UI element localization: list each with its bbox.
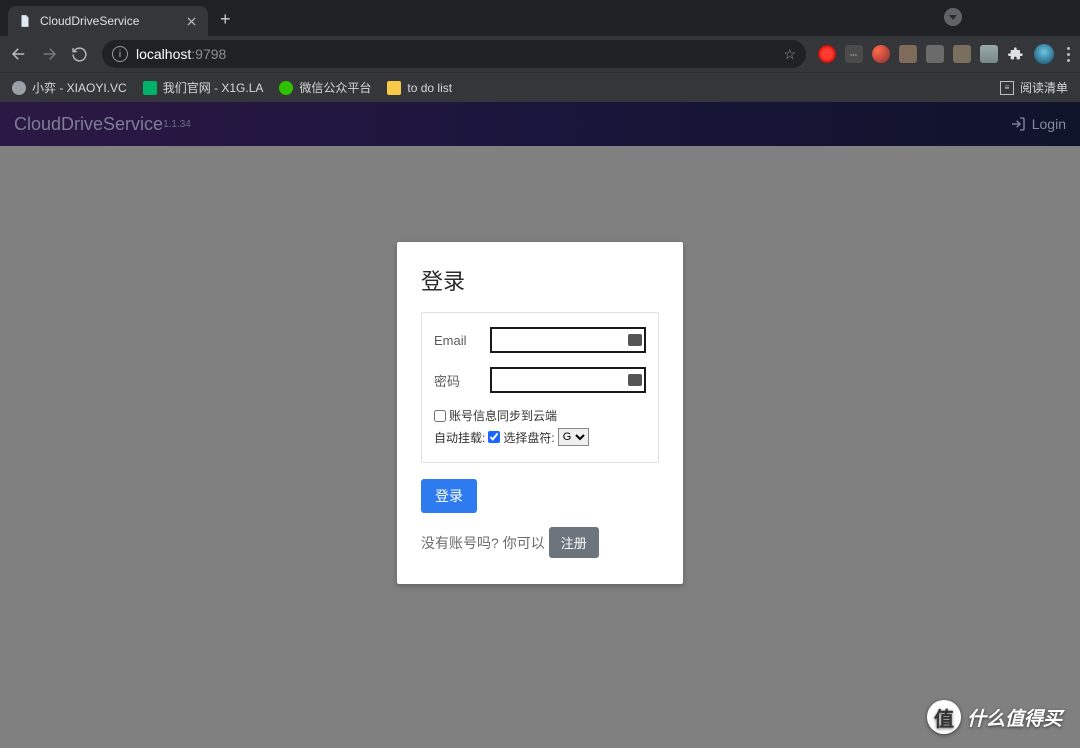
browser-toolbar: i localhost:9798 ☆ ••• bbox=[0, 36, 1080, 72]
file-icon bbox=[18, 13, 32, 29]
email-label: Email bbox=[434, 333, 490, 348]
you-can-text: 你可以 bbox=[503, 533, 545, 553]
url-host: localhost bbox=[136, 46, 191, 62]
bookmark-favicon bbox=[279, 81, 293, 95]
reading-list-button[interactable]: ≡ 阅读清单 bbox=[1000, 79, 1068, 96]
bookmarks-bar: 小弈 - XIAOYI.VC 我们官网 - X1G.LA 微信公众平台 to d… bbox=[0, 72, 1080, 102]
no-account-text: 没有账号吗? bbox=[421, 533, 499, 553]
bookmark-item[interactable]: 微信公众平台 bbox=[279, 79, 371, 96]
password-input[interactable] bbox=[490, 367, 646, 393]
credential-icon[interactable] bbox=[628, 374, 642, 386]
auto-mount-checkbox[interactable] bbox=[488, 431, 500, 443]
login-card: 登录 Email 密码 账号信息同步到云端 自动挂 bbox=[397, 242, 683, 584]
bookmark-favicon bbox=[12, 81, 26, 95]
site-info-icon[interactable]: i bbox=[112, 46, 128, 62]
login-icon bbox=[1010, 116, 1026, 132]
extension-icon[interactable] bbox=[818, 45, 836, 63]
bookmark-favicon bbox=[143, 81, 157, 95]
url-port: :9798 bbox=[191, 46, 226, 62]
reload-icon[interactable] bbox=[68, 43, 90, 65]
app-brand[interactable]: CloudDriveService bbox=[14, 114, 163, 135]
drive-select-label: 选择盘符: bbox=[503, 429, 554, 446]
new-tab-button[interactable]: + bbox=[220, 9, 231, 30]
bookmark-item[interactable]: 小弈 - XIAOYI.VC bbox=[12, 79, 127, 96]
nav-login-link[interactable]: Login bbox=[1010, 116, 1066, 132]
nav-forward-icon[interactable] bbox=[38, 43, 60, 65]
folder-icon bbox=[387, 81, 401, 95]
extension-icon[interactable] bbox=[980, 45, 998, 63]
tab-title: CloudDriveService bbox=[40, 14, 184, 28]
page-content: 登录 Email 密码 账号信息同步到云端 自动挂 bbox=[0, 146, 1080, 748]
address-bar[interactable]: i localhost:9798 ☆ bbox=[102, 40, 806, 68]
watermark: 值 什么值得买 bbox=[927, 700, 1062, 734]
browser-menu-icon[interactable] bbox=[1067, 47, 1070, 62]
tab-search-button[interactable] bbox=[944, 8, 962, 26]
login-submit-button[interactable]: 登录 bbox=[421, 479, 477, 513]
reading-list-icon: ≡ bbox=[1000, 81, 1014, 95]
app-version: 1.1.34 bbox=[163, 119, 191, 130]
tab-close-icon[interactable] bbox=[184, 14, 198, 28]
email-input[interactable] bbox=[490, 327, 646, 353]
credential-icon[interactable] bbox=[628, 334, 642, 346]
extension-icon[interactable] bbox=[899, 45, 917, 63]
extension-icon[interactable] bbox=[953, 45, 971, 63]
nav-back-icon[interactable] bbox=[8, 43, 30, 65]
extension-icon[interactable] bbox=[926, 45, 944, 63]
extension-icon[interactable] bbox=[872, 45, 890, 63]
extensions-tray: ••• bbox=[818, 44, 1072, 64]
bookmark-item[interactable]: to do list bbox=[387, 81, 452, 95]
drive-letter-select[interactable]: G bbox=[558, 428, 589, 446]
auto-mount-label: 自动挂载: bbox=[434, 429, 485, 446]
sync-checkbox[interactable] bbox=[434, 410, 446, 422]
login-title: 登录 bbox=[421, 264, 659, 296]
extensions-puzzle-icon[interactable] bbox=[1007, 45, 1025, 63]
profile-avatar[interactable] bbox=[1034, 44, 1054, 64]
watermark-text: 什么值得买 bbox=[967, 704, 1062, 731]
password-label: 密码 bbox=[434, 371, 490, 390]
login-form: Email 密码 账号信息同步到云端 自动挂载: 选择盘 bbox=[421, 312, 659, 463]
browser-tab-strip: CloudDriveService + bbox=[0, 0, 1080, 36]
sync-label: 账号信息同步到云端 bbox=[449, 407, 557, 424]
extension-icon[interactable]: ••• bbox=[845, 45, 863, 63]
bookmark-star-icon[interactable]: ☆ bbox=[783, 46, 796, 63]
bookmark-item[interactable]: 我们官网 - X1G.LA bbox=[143, 79, 264, 96]
browser-tab-active[interactable]: CloudDriveService bbox=[8, 6, 208, 36]
watermark-badge: 值 bbox=[927, 700, 961, 734]
app-navbar: CloudDriveService1.1.34 Login bbox=[0, 102, 1080, 146]
register-button[interactable]: 注册 bbox=[549, 527, 599, 558]
